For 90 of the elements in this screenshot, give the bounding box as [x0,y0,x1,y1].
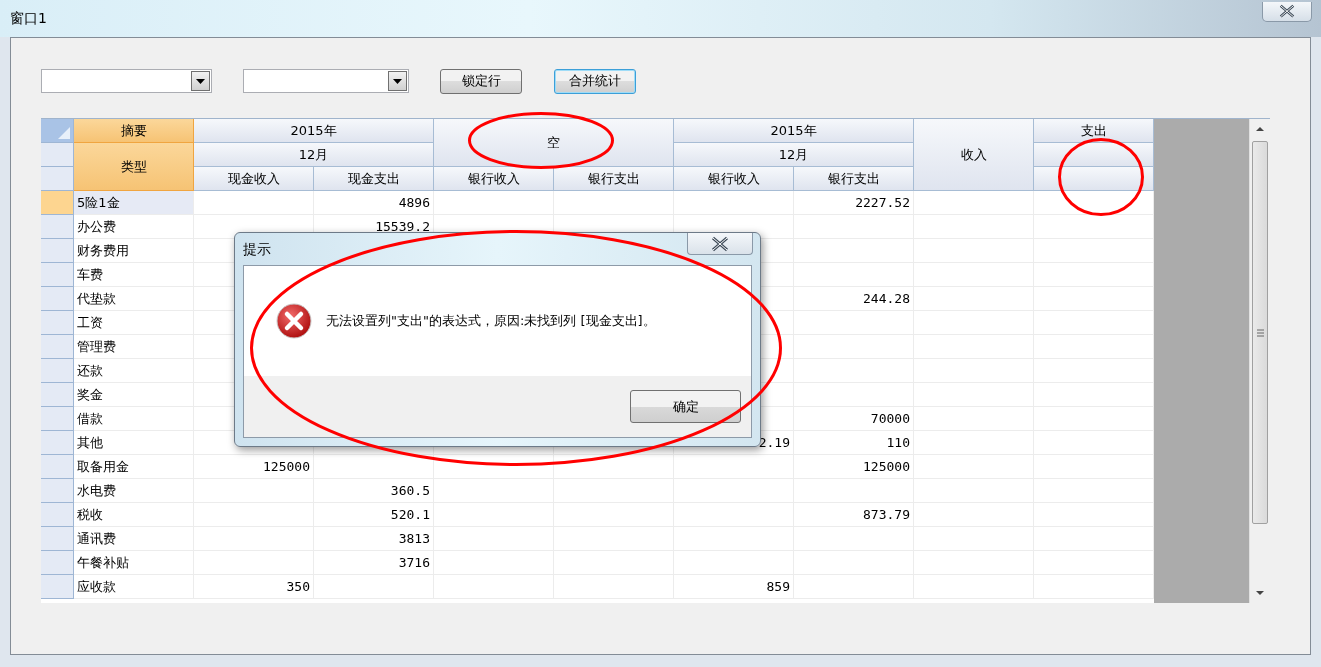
table-cell: 还款 [74,359,194,383]
table-cell: 5险1金 [74,191,194,215]
table-cell: 奖金 [74,383,194,407]
row-header[interactable] [41,359,74,383]
dialog-close-button[interactable] [687,233,753,255]
error-message: 无法设置列"支出"的表达式，原因:未找到列 [现金支出]。 [326,312,656,330]
corner-triangle-icon [58,127,70,139]
scrollbar[interactable] [1249,119,1270,603]
table-cell: 4896 [314,191,434,215]
column-header[interactable]: 银行支出 [794,167,914,191]
dropdown-button[interactable] [191,71,210,91]
table-cell: 通讯费 [74,527,194,551]
error-icon [276,303,312,339]
row-header[interactable] [41,263,74,287]
row-header[interactable] [41,455,74,479]
table-cell: 水电费 [74,479,194,503]
table-cell: 520.1 [314,503,434,527]
column-header[interactable] [1034,143,1154,167]
column-header[interactable]: 类型 [74,143,194,191]
table-cell: 3813 [314,527,434,551]
row-header[interactable] [41,239,74,263]
column-header[interactable] [1034,167,1154,191]
column-header[interactable]: 2015年 [194,119,434,143]
dropdown-field[interactable] [243,69,409,93]
table-cell: 车费 [74,263,194,287]
dropdown-field[interactable] [41,69,212,93]
table-cell: 360.5 [314,479,434,503]
table-cell: 管理费 [74,335,194,359]
table-cell: 借款 [74,407,194,431]
caret-icon [393,78,402,84]
table-cell: 应收款 [74,575,194,599]
table-cell: 午餐补贴 [74,551,194,575]
table-cell: 其他 [74,431,194,455]
table-cell: 3716 [314,551,434,575]
row-header[interactable] [41,503,74,527]
table-cell: 财务费用 [74,239,194,263]
table-cell: 110 [794,431,914,455]
row-header[interactable] [41,191,74,215]
column-header[interactable]: 银行收入 [434,167,554,191]
table-cell: 125000 [794,455,914,479]
close-button[interactable] [1262,2,1312,22]
row-header[interactable] [41,551,74,575]
row-header[interactable] [41,479,74,503]
table-cell: 代垫款 [74,287,194,311]
close-icon [710,235,730,252]
dialog-title: 提示 [243,241,271,259]
row-header[interactable] [41,167,74,191]
row-header[interactable] [41,143,74,167]
toolbar-button[interactable]: 锁定行 [440,68,522,94]
table-cell: 税收 [74,503,194,527]
column-header[interactable]: 现金收入 [194,167,314,191]
window-title: 窗口1 [10,10,47,28]
select-all-corner[interactable] [41,119,74,143]
column-header[interactable]: 现金支出 [314,167,434,191]
table-cell: 859 [674,575,794,599]
scroll-down-icon [1256,591,1264,595]
table-cell: 2227.52 [794,191,914,215]
column-header[interactable]: 银行收入 [674,167,794,191]
table-cell: 125000 [194,455,314,479]
row-header[interactable] [41,383,74,407]
grip-icon [1256,328,1264,337]
row-header[interactable] [41,527,74,551]
table-cell: 873.79 [794,503,914,527]
row-header[interactable] [41,215,74,239]
caret-icon [196,78,205,84]
row-header[interactable] [41,311,74,335]
toolbar-button[interactable]: 合并统计 [554,68,636,94]
row-header[interactable] [41,431,74,455]
scroll-up-icon [1256,127,1264,131]
column-header[interactable]: 摘要 [74,119,194,143]
column-header[interactable]: 12月 [194,143,434,167]
row-header[interactable] [41,575,74,599]
table-cell: 350 [194,575,314,599]
table-cell: 70000 [794,407,914,431]
dropdown-button[interactable] [388,71,407,91]
close-icon [1278,4,1296,19]
column-header[interactable]: 12月 [674,143,914,167]
column-header[interactable]: 2015年 [674,119,914,143]
table-cell: 工资 [74,311,194,335]
ok-button[interactable]: 确定 [630,390,741,423]
row-header[interactable] [41,287,74,311]
column-header[interactable]: 银行支出 [554,167,674,191]
row-header[interactable] [41,335,74,359]
column-header[interactable]: 收入 [914,119,1034,191]
row-header[interactable] [41,407,74,431]
table-cell: 244.28 [794,287,914,311]
column-header[interactable]: 空 [434,119,674,167]
table-cell: 取备用金 [74,455,194,479]
table-cell: 办公费 [74,215,194,239]
column-header[interactable]: 支出 [1034,119,1154,143]
